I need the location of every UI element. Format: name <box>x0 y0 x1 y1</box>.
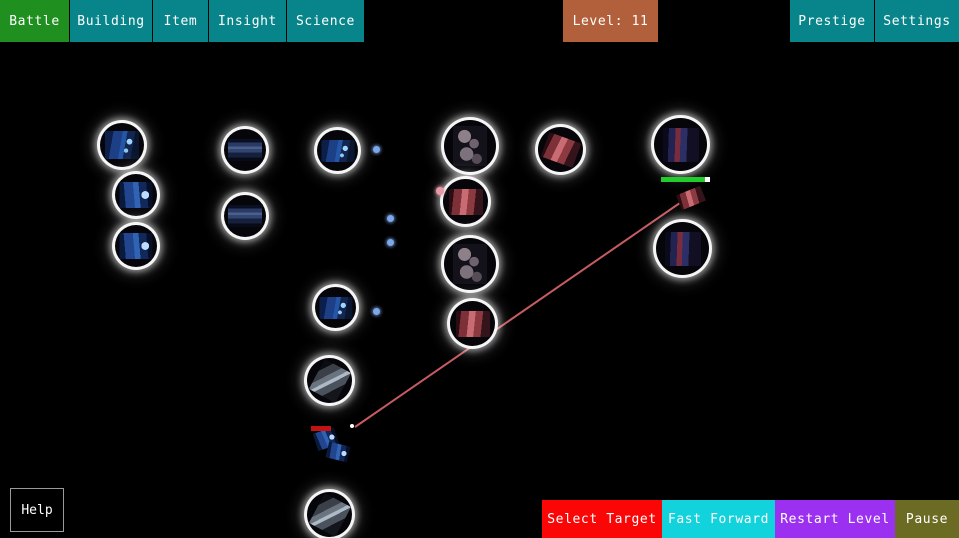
tab-item-label: Item <box>163 13 198 29</box>
top-navigation-bar: Battle Building Item Insight Science Lev… <box>0 0 959 42</box>
unit-enemy-2-sprite <box>455 310 490 337</box>
enemy-laser-ship <box>675 185 707 211</box>
pause-button[interactable]: Pause <box>895 500 959 538</box>
fast-forward-label: Fast Forward <box>667 511 770 527</box>
unit-ally-8-sprite <box>308 358 351 403</box>
unit-ally-2[interactable] <box>115 174 157 216</box>
health-bar-enemy-tip <box>705 177 710 182</box>
tab-building-label: Building <box>77 13 145 29</box>
projectile-blue-4 <box>373 308 380 315</box>
tab-science[interactable]: Science <box>287 0 365 42</box>
restart-level-button[interactable]: Restart Level <box>775 500 895 538</box>
unit-debris-2-sprite <box>453 244 487 284</box>
unit-enemy-5-sprite <box>664 231 701 266</box>
projectile-blue-1 <box>373 146 380 153</box>
unit-ally-7[interactable] <box>315 287 356 328</box>
health-bar-ally <box>311 426 331 431</box>
unit-ally-5-sprite <box>228 205 262 227</box>
health-bar-enemy <box>661 177 710 182</box>
restart-level-label: Restart Level <box>780 511 890 527</box>
unit-ally-6[interactable] <box>317 130 358 171</box>
help-button[interactable]: Help <box>10 488 64 532</box>
unit-ally-6-sprite <box>321 139 354 162</box>
level-badge-label: Level: 11 <box>572 13 649 29</box>
unit-debris-2[interactable] <box>444 238 496 290</box>
projectile-pink-1 <box>436 187 444 195</box>
projectile-blue-2 <box>387 215 394 222</box>
unit-ally-3[interactable] <box>115 225 157 267</box>
pause-label: Pause <box>905 511 949 527</box>
tab-science-label: Science <box>296 13 355 29</box>
unit-enemy-3-sprite <box>540 131 581 168</box>
unit-debris-1[interactable] <box>444 120 496 172</box>
select-target-label: Select Target <box>547 511 657 527</box>
unit-enemy-3[interactable] <box>538 127 583 172</box>
unit-ally-1-sprite <box>105 131 139 159</box>
unit-enemy-1-sprite <box>448 188 483 215</box>
unit-debris-1-sprite <box>453 126 487 166</box>
unit-enemy-4-sprite <box>662 127 699 162</box>
health-bar-enemy-fill <box>661 177 705 182</box>
damaged-ally-wing <box>325 441 351 463</box>
level-badge: Level: 11 <box>563 0 658 42</box>
unit-ally-4-sprite <box>228 139 262 161</box>
unit-ally-7-sprite <box>319 296 352 319</box>
unit-ally-3-sprite <box>119 233 153 259</box>
unit-ally-8[interactable] <box>307 358 352 403</box>
unit-ally-5[interactable] <box>224 195 266 237</box>
unit-ally-1[interactable] <box>100 123 144 167</box>
tab-settings-label: Settings <box>883 13 951 29</box>
laser-beam-layer <box>350 195 691 428</box>
tab-building[interactable]: Building <box>70 0 153 42</box>
fast-forward-button[interactable]: Fast Forward <box>662 500 775 538</box>
unit-enemy-4[interactable] <box>654 118 707 171</box>
battlefield-canvas[interactable] <box>0 42 959 538</box>
tab-prestige-label: Prestige <box>798 13 866 29</box>
enemy-laser-beam <box>354 195 691 428</box>
tab-insight[interactable]: Insight <box>209 0 287 42</box>
unit-enemy-1[interactable] <box>443 179 488 224</box>
unit-enemy-5[interactable] <box>656 222 709 275</box>
tab-insight-label: Insight <box>218 13 277 29</box>
projectile-blue-3 <box>387 239 394 246</box>
tab-settings[interactable]: Settings <box>875 0 959 42</box>
select-target-button[interactable]: Select Target <box>542 500 662 538</box>
unit-enemy-2[interactable] <box>450 301 495 346</box>
unit-ally-9-sprite <box>308 492 351 537</box>
health-bar-ally-fill <box>311 426 331 431</box>
tab-battle-label: Battle <box>9 13 60 29</box>
help-button-label: Help <box>21 502 53 518</box>
unit-ally-4[interactable] <box>224 129 266 171</box>
tab-prestige[interactable]: Prestige <box>790 0 875 42</box>
laser-impact-point <box>350 424 354 428</box>
unit-ally-2-sprite <box>119 182 153 208</box>
unit-ally-9[interactable] <box>307 492 352 537</box>
tab-item[interactable]: Item <box>153 0 209 42</box>
tab-battle[interactable]: Battle <box>0 0 70 42</box>
